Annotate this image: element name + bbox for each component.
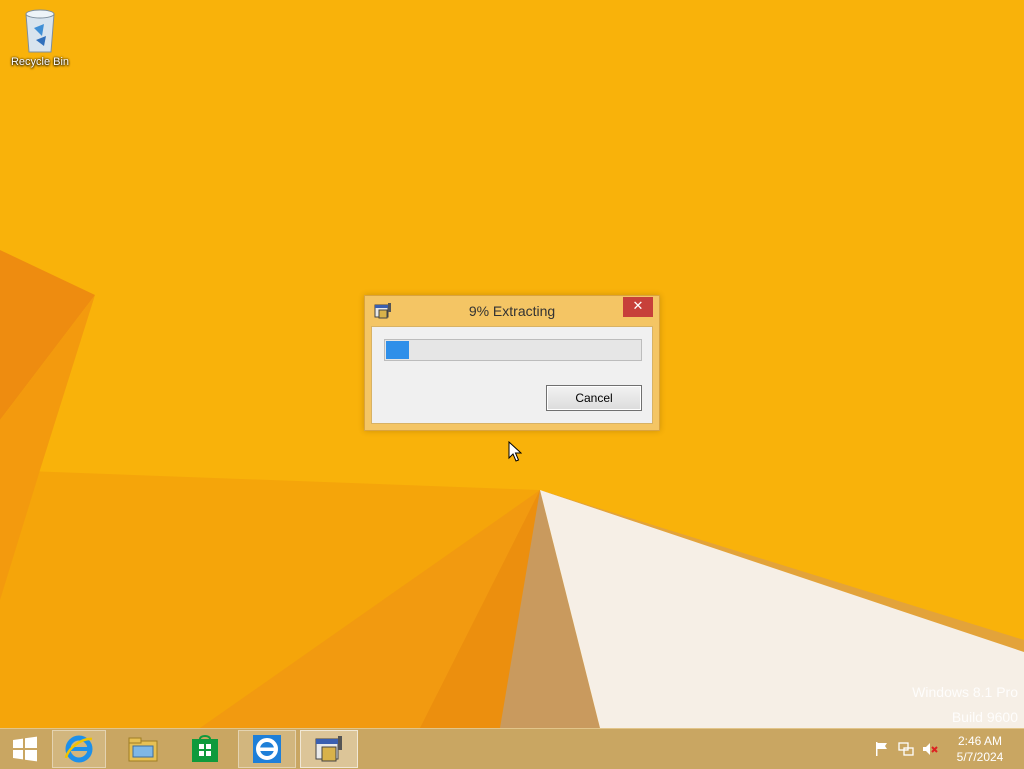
file-explorer-icon: [128, 737, 158, 762]
action-center-flag-icon[interactable]: [874, 741, 890, 757]
store-icon: [192, 735, 218, 762]
desktop-icon-recycle-bin[interactable]: Recycle Bin: [4, 6, 76, 68]
windows-build-watermark: Build 9600: [951, 709, 1018, 725]
installer-app-icon: [315, 736, 342, 762]
extraction-progress-bar: [384, 339, 642, 361]
start-icon: [13, 736, 37, 762]
progress-fill: [386, 341, 409, 359]
desktop-icon-label: Recycle Bin: [10, 56, 70, 68]
taskbar-clock[interactable]: 2:46 AM 5/7/2024: [944, 733, 1016, 765]
taskbar: 2:46 AM 5/7/2024: [0, 728, 1024, 769]
dialog-title: 9% Extracting: [468, 303, 556, 319]
recycle-bin-icon: [20, 6, 60, 54]
taskbar-installer[interactable]: [300, 730, 358, 768]
dialog-body: Cancel: [371, 326, 653, 424]
network-icon[interactable]: [898, 741, 914, 757]
taskbar-store[interactable]: [178, 730, 232, 768]
close-button[interactable]: ✕: [623, 297, 653, 317]
dialog-titlebar[interactable]: 9% Extracting ✕: [365, 296, 659, 326]
windows-edition-watermark: Windows 8.1 Pro: [912, 684, 1018, 700]
cancel-button[interactable]: Cancel: [546, 385, 642, 411]
internet-explorer-icon: [253, 735, 281, 763]
taskbar-internet-explorer-window[interactable]: [238, 730, 296, 768]
extracting-dialog: 9% Extracting ✕ Cancel: [364, 295, 660, 431]
taskbar-file-explorer[interactable]: [116, 730, 170, 768]
clock-date: 5/7/2024: [956, 750, 1004, 764]
internet-explorer-icon: [64, 735, 93, 763]
taskbar-internet-explorer[interactable]: [52, 730, 106, 768]
mouse-pointer-icon: [508, 441, 522, 462]
desktop[interactable]: Recycle Bin Windows 8.1 Pro Build 9600 9…: [0, 0, 1024, 728]
start-button[interactable]: [0, 730, 50, 768]
volume-muted-icon[interactable]: [922, 741, 938, 757]
clock-time: 2:46 AM: [957, 734, 1003, 748]
